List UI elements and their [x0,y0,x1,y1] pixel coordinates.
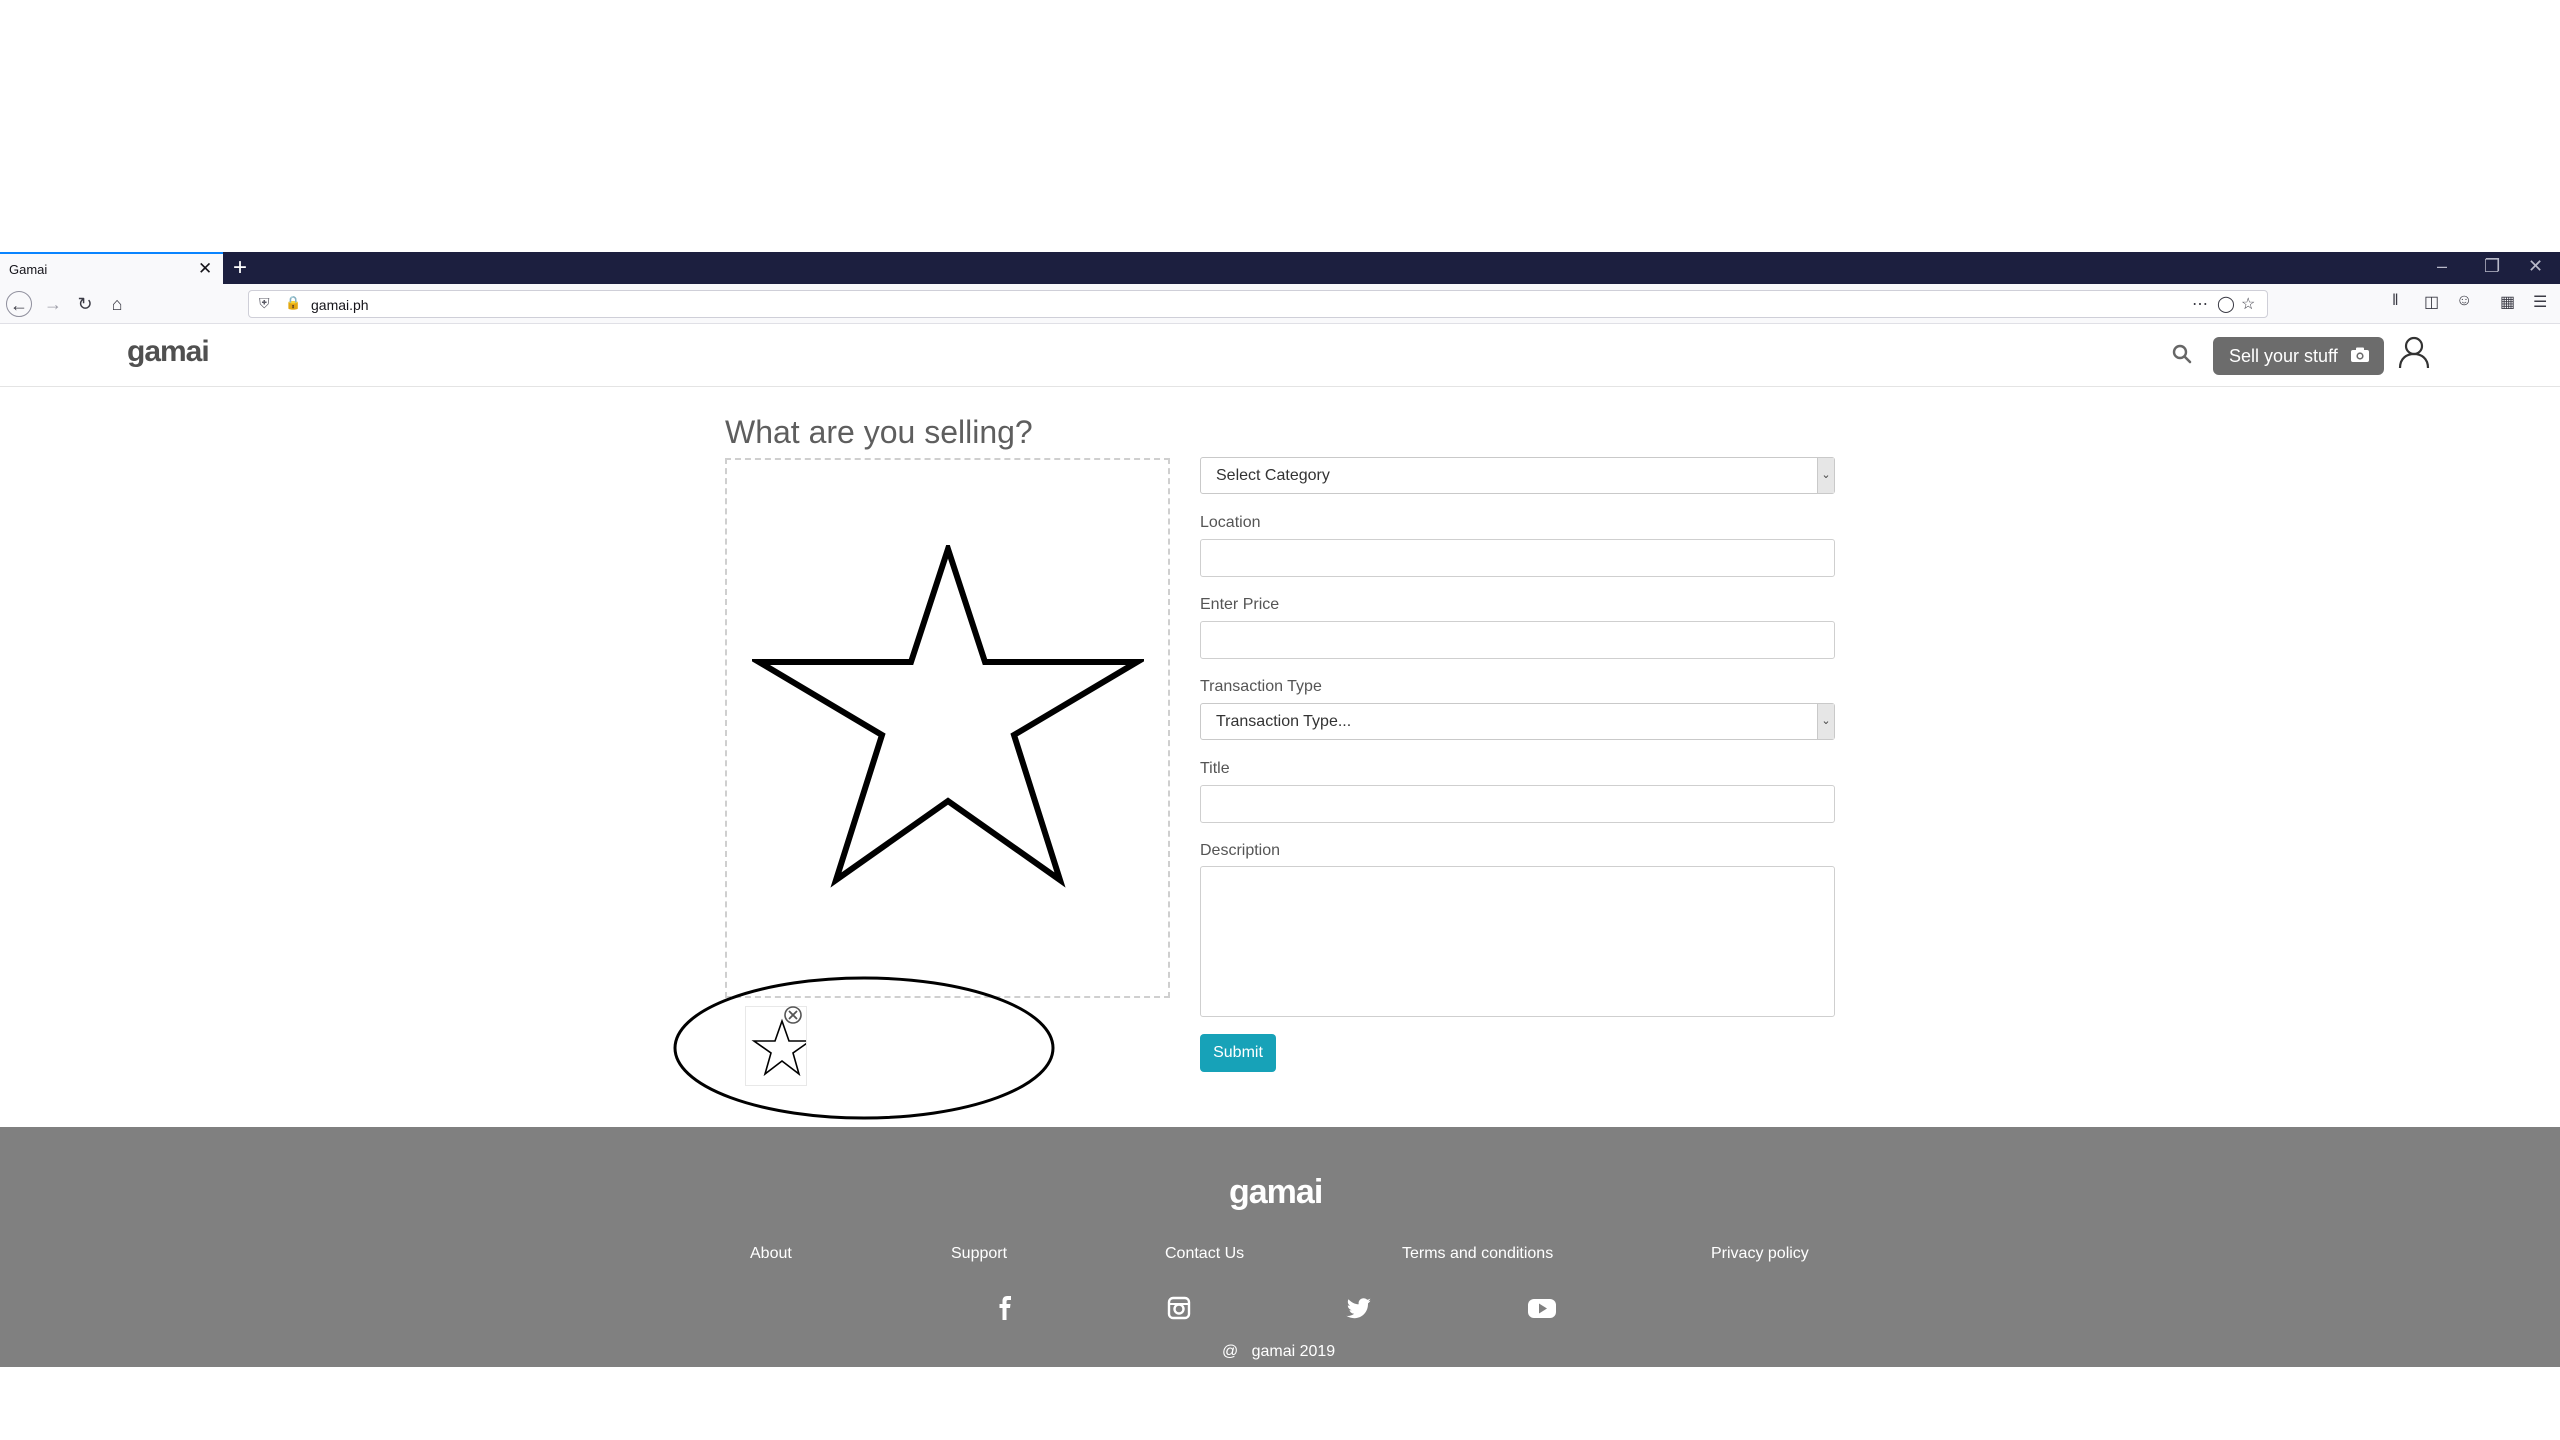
description-label: Description [1200,842,1281,859]
description-textarea[interactable] [1200,866,1835,1017]
price-input[interactable] [1200,621,1835,659]
new-tab-icon[interactable]: + [233,254,247,282]
footer-logo[interactable]: gamai [1229,1173,1323,1212]
annotation-ellipse [673,976,1055,1120]
account-icon[interactable]: ☺ [2456,292,2472,310]
forward-icon[interactable]: → [40,291,66,317]
youtube-icon[interactable] [1526,1292,1558,1324]
transaction-select-value: Transaction Type... [1216,713,1352,730]
url-text[interactable]: gamai.ph [311,297,369,313]
browser-tab[interactable]: Gamai ✕ [0,252,223,284]
library-icon[interactable]: ‖ [2392,292,2399,310]
chevron-down-icon[interactable]: ⌄ [1817,704,1834,739]
window-close-icon[interactable]: ✕ [2528,256,2543,277]
location-label: Location [1200,514,1261,531]
footer-link-contact[interactable]: Contact Us [1165,1245,1244,1263]
insecure-lock-icon[interactable]: 🔒 [285,295,301,311]
tracking-shield-icon[interactable]: ⛨ [259,295,270,312]
price-label: Enter Price [1200,596,1280,613]
page-title: What are you selling? [725,414,1033,450]
home-icon[interactable]: ⌂ [104,291,130,317]
tab-title: Gamai [9,262,48,277]
reload-icon[interactable]: ↻ [72,291,98,317]
twitter-icon[interactable] [1343,1292,1375,1324]
transaction-type-select[interactable]: Transaction Type... ⌄ [1200,703,1835,740]
minimize-icon[interactable]: – [2437,256,2447,277]
chevron-down-icon[interactable]: ⌄ [1817,458,1834,493]
title-label: Title [1200,760,1230,777]
bookmark-star-icon[interactable]: ☆ [2241,294,2255,314]
search-icon[interactable] [2170,342,2194,366]
submit-button[interactable]: Submit [1200,1034,1276,1072]
transaction-type-label: Transaction Type [1200,678,1322,695]
footer-link-about[interactable]: About [750,1245,792,1263]
sell-button-label: Sell your stuff [2229,346,2338,366]
site-logo[interactable]: gamai [127,335,210,369]
category-select[interactable]: Select Category ⌄ [1200,457,1835,494]
sell-your-stuff-button[interactable]: Sell your stuff [2213,337,2384,375]
footer-link-support[interactable]: Support [951,1245,1007,1263]
tab-close-icon[interactable]: ✕ [198,259,212,279]
browser-tab-bar: Gamai ✕ + – ❐ ✕ [0,252,2560,284]
menu-icon[interactable]: ☰ [2533,292,2547,312]
restore-icon[interactable]: ❐ [2484,256,2500,277]
camera-icon [2351,347,2369,362]
star-image-preview [752,545,1144,888]
pocket-icon[interactable]: ◯ [2217,294,2235,314]
page-actions-icon[interactable]: ⋯ [2192,294,2208,314]
footer-link-privacy[interactable]: Privacy policy [1711,1245,1809,1263]
sidebar-icon[interactable]: ◫ [2424,292,2439,312]
instagram-icon[interactable] [1163,1292,1195,1324]
user-account-icon[interactable] [2397,335,2431,369]
site-footer: gamai About Support Contact Us Terms and… [0,1127,2560,1367]
extensions-icon[interactable]: ▦ [2500,292,2515,312]
title-input[interactable] [1200,785,1835,823]
facebook-icon[interactable] [990,1292,1022,1324]
location-input[interactable] [1200,539,1835,577]
browser-nav-bar: ← → ↻ ⌂ ⛨ 🔒 gamai.ph ⋯ ◯ ☆ ‖ ◫ ☺ ▦ ☰ [0,284,2560,324]
url-bar[interactable]: ⛨ 🔒 gamai.ph ⋯ ◯ ☆ [248,290,2268,318]
site-header: gamai Sell your stuff [0,325,2560,387]
footer-link-terms[interactable]: Terms and conditions [1402,1245,1553,1263]
back-icon[interactable]: ← [6,291,32,317]
copyright-text: @ gamai 2019 [1222,1343,1336,1360]
category-select-value: Select Category [1216,467,1330,484]
image-upload-dropzone[interactable] [725,458,1170,998]
